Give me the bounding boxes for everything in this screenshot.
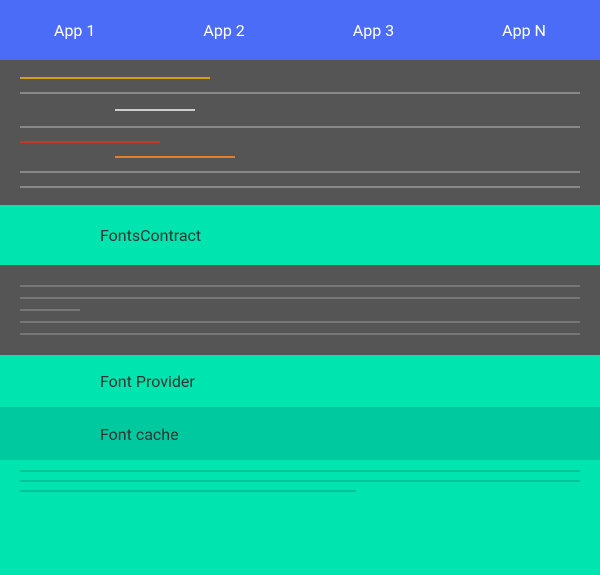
line-red bbox=[20, 141, 160, 143]
dark-line-1 bbox=[20, 285, 580, 287]
line-yellow bbox=[20, 77, 210, 79]
font-provider-section: Font Provider bbox=[0, 355, 600, 407]
bottom-teal-section bbox=[0, 460, 600, 575]
tab-appN[interactable]: App N bbox=[486, 21, 562, 40]
teal-line-3 bbox=[20, 490, 356, 492]
line-white bbox=[115, 109, 195, 111]
bottom-lines bbox=[0, 470, 600, 492]
teal-line-2 bbox=[20, 480, 580, 482]
top-bar: App 1 App 2 App 3 App N bbox=[0, 0, 600, 60]
font-cache-section: Font cache bbox=[0, 408, 600, 460]
teal-line-1 bbox=[20, 470, 580, 472]
font-provider-label: Font Provider bbox=[100, 372, 195, 391]
line-gray-3 bbox=[20, 171, 580, 173]
line-gray-4 bbox=[20, 186, 580, 188]
tab-app2[interactable]: App 2 bbox=[187, 21, 260, 40]
tab-app1[interactable]: App 1 bbox=[38, 21, 111, 40]
line-gray-1 bbox=[20, 92, 580, 94]
dark-section-2 bbox=[0, 265, 600, 355]
fonts-contract-label: FontsContract bbox=[100, 226, 201, 245]
line-gray-2 bbox=[20, 126, 580, 128]
line-orange bbox=[115, 156, 235, 158]
dark-section-1 bbox=[0, 60, 600, 205]
tab-app3[interactable]: App 3 bbox=[337, 21, 410, 40]
font-cache-label: Font cache bbox=[100, 425, 179, 444]
dark-line-2 bbox=[20, 297, 580, 299]
dark-line-sm-1 bbox=[20, 309, 80, 311]
main-container: App 1 App 2 App 3 App N FontsContract Fo… bbox=[0, 0, 600, 574]
dark-line-3 bbox=[20, 321, 580, 323]
dark-line-4 bbox=[20, 333, 580, 335]
fonts-contract-section: FontsContract bbox=[0, 205, 600, 265]
